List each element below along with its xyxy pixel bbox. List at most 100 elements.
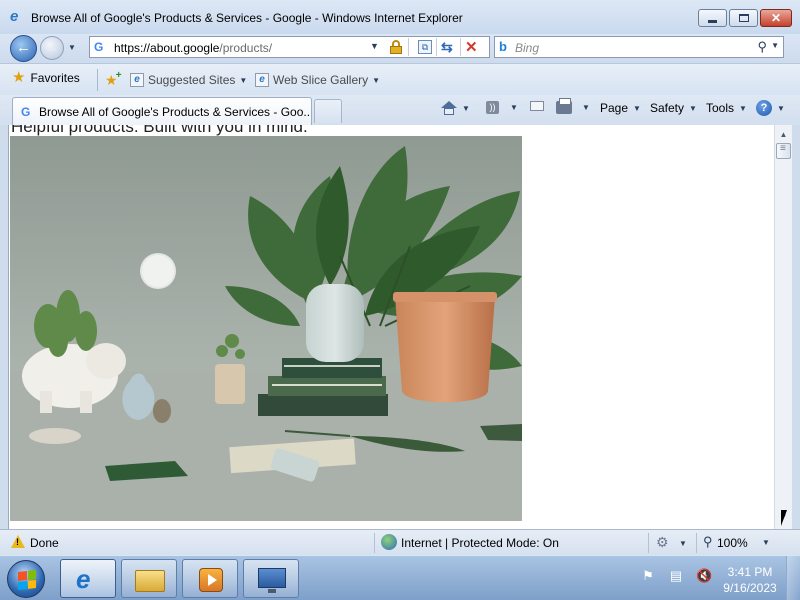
zoom-dropdown-icon[interactable]: ▼ — [762, 538, 770, 547]
protected-mode-settings-icon[interactable]: ⚙ — [656, 534, 669, 551]
add-to-favorites-icon[interactable]: ★ — [105, 70, 121, 89]
chevron-down-icon[interactable]: ▼ — [679, 539, 687, 548]
maximize-button[interactable] — [729, 9, 758, 27]
lock-icon[interactable] — [390, 40, 402, 54]
taskbar-internet-explorer[interactable]: e — [60, 559, 116, 598]
navigation-bar: ← → ▼ G https://about.google/products/ ▼… — [0, 34, 800, 62]
system-tray: ⚑ ▤ 🔇 — [640, 568, 712, 584]
favorites-bar: ★ Favorites ★ e Suggested Sites ▼ e Web … — [0, 63, 800, 95]
search-placeholder: Bing — [515, 41, 540, 55]
window-title: Browse All of Google's Products & Servic… — [31, 11, 463, 25]
minimize-button[interactable] — [698, 9, 727, 27]
feeds-button[interactable]: )) ▼ — [486, 101, 518, 114]
internet-explorer-icon: e — [76, 564, 91, 594]
zoom-magnifier-icon[interactable]: ⚲ — [703, 534, 713, 550]
warning-icon[interactable] — [11, 535, 25, 548]
chevron-down-icon: ▼ — [372, 75, 381, 85]
internet-zone-globe-icon — [381, 534, 397, 550]
taskbar-remote-desktop[interactable] — [243, 559, 299, 598]
favorites-button[interactable]: ★ Favorites — [12, 69, 80, 86]
ie-page-icon: e — [130, 73, 144, 87]
compatibility-view-icon[interactable]: ⧉ — [418, 40, 432, 54]
divider — [460, 38, 461, 56]
url-host: https://about.google — [114, 41, 220, 55]
window-controls: ✕ — [698, 9, 792, 27]
chevron-down-icon[interactable]: ▼ — [462, 104, 470, 113]
divider — [97, 69, 98, 91]
safety-menu[interactable]: Safety ▼ — [650, 101, 697, 115]
scroll-up-icon[interactable]: ▲ — [775, 127, 792, 143]
url-text[interactable]: https://about.google/products/ — [114, 41, 272, 55]
favorites-star-icon: ★ — [12, 69, 26, 86]
divider — [696, 533, 697, 553]
taskbar-windows-explorer[interactable] — [121, 559, 177, 598]
search-options-dropdown[interactable]: ▼ — [771, 41, 779, 50]
recent-pages-dropdown[interactable]: ▼ — [68, 43, 76, 52]
remote-desktop-icon — [258, 568, 286, 593]
page-viewport[interactable]: Helpful products. Built with you in mind… — [8, 125, 774, 529]
media-player-icon — [199, 568, 223, 592]
ie-icon: e — [10, 8, 19, 25]
clock-time: 3:41 PM — [727, 565, 773, 579]
chevron-down-icon: ▼ — [689, 103, 697, 113]
google-favicon-icon: G — [21, 105, 31, 119]
back-button[interactable]: ← — [10, 35, 37, 62]
divider — [436, 38, 437, 56]
favorites-link-suggested-sites[interactable]: e Suggested Sites ▼ — [130, 73, 247, 87]
security-zone-text[interactable]: Internet | Protected Mode: On — [401, 536, 559, 550]
close-button[interactable]: ✕ — [760, 9, 792, 27]
windows-logo-icon — [18, 570, 36, 590]
refresh-icon[interactable]: ⇆ — [441, 39, 453, 56]
taskbar-media-player[interactable] — [182, 559, 238, 598]
zoom-level[interactable]: 100% — [717, 536, 748, 550]
clock-date: 9/16/2023 — [723, 581, 777, 595]
stop-icon[interactable]: ✕ — [465, 38, 478, 56]
forward-button[interactable]: → — [40, 36, 64, 60]
show-desktop-button[interactable] — [786, 556, 800, 600]
network-icon[interactable]: ▤ — [668, 568, 684, 584]
taskbar: e ⚑ ▤ 🔇 3:41 PM 9/16/2023 — [0, 555, 800, 600]
folder-icon — [135, 570, 165, 592]
chevron-down-icon[interactable]: ▼ — [510, 103, 518, 112]
action-center-flag-icon[interactable]: ⚑ — [640, 568, 656, 584]
taskbar-clock[interactable]: 3:41 PM 9/16/2023 — [722, 564, 778, 596]
ie-page-icon: e — [255, 73, 269, 87]
chevron-down-icon[interactable]: ▼ — [582, 103, 590, 112]
start-button[interactable] — [7, 560, 45, 598]
favorites-label: Favorites — [30, 71, 80, 85]
close-icon: ✕ — [770, 11, 782, 25]
address-bar[interactable]: G https://about.google/products/ ▼ ⧉ ⇆ ✕ — [89, 36, 490, 58]
help-button[interactable]: ? ▼ — [756, 100, 785, 116]
chevron-down-icon: ▼ — [777, 103, 785, 113]
page-menu-label: Page — [600, 101, 629, 115]
address-dropdown-icon[interactable]: ▼ — [370, 41, 379, 51]
mouse-cursor-icon — [781, 510, 793, 526]
tools-menu-label: Tools — [706, 101, 735, 115]
tools-menu[interactable]: Tools ▼ — [706, 101, 747, 115]
maximize-icon — [738, 14, 749, 22]
status-text: Done — [30, 536, 59, 550]
hero-image — [10, 136, 522, 521]
scrollbar-thumb[interactable] — [776, 143, 791, 159]
vertical-scrollbar[interactable]: ▲ ▼ — [774, 125, 792, 529]
chevron-down-icon: ▼ — [239, 75, 248, 85]
search-box[interactable]: b Bing ⚲ ▼ — [494, 36, 784, 58]
page-menu[interactable]: Page ▼ — [600, 101, 641, 115]
tab-active[interactable]: G Browse All of Google's Products & Serv… — [12, 97, 312, 125]
chevron-down-icon: ▼ — [633, 103, 641, 113]
help-icon: ? — [756, 100, 772, 116]
search-icon[interactable]: ⚲ — [757, 39, 767, 55]
home-button[interactable]: ▼ — [441, 101, 470, 115]
safety-menu-label: Safety — [650, 101, 685, 115]
print-button[interactable]: ▼ — [556, 98, 590, 114]
minimize-icon — [708, 19, 717, 23]
title-bar: e Browse All of Google's Products & Serv… — [0, 0, 800, 34]
favorites-link-web-slice-gallery[interactable]: e Web Slice Gallery ▼ — [255, 73, 380, 87]
tab-bar: G Browse All of Google's Products & Serv… — [0, 95, 800, 125]
volume-muted-icon[interactable]: 🔇 — [696, 568, 712, 584]
url-path: /products/ — [219, 41, 273, 55]
chevron-down-icon: ▼ — [739, 103, 747, 113]
favorites-link-label: Suggested Sites — [148, 73, 236, 87]
new-tab-button[interactable] — [314, 99, 342, 123]
read-mail-button[interactable] — [530, 101, 544, 111]
